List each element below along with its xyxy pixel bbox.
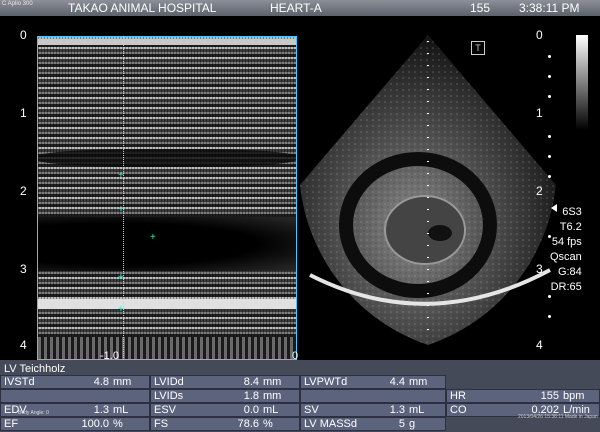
right-depth-label-1: 1 bbox=[536, 106, 543, 120]
papillary-shadow bbox=[428, 225, 452, 241]
depth-dot bbox=[548, 175, 551, 178]
trace-near-field bbox=[38, 39, 296, 45]
grey-scale-bar bbox=[576, 35, 588, 130]
gain-label: G:84 bbox=[557, 266, 582, 278]
footer-note: 2013/04/26 15:38:11 Made in Japan bbox=[518, 414, 598, 420]
measure-cell-ivstd[interactable]: IVSTd 4.8 mm bbox=[0, 375, 150, 389]
frequency-label: T6.2 bbox=[559, 221, 582, 233]
depth-dot bbox=[548, 75, 551, 78]
measure-cell-lvidd[interactable]: LVIDd 8.4 mm bbox=[150, 375, 300, 389]
transducer-orientation-icon: T bbox=[471, 41, 485, 55]
right-depth-label-2: 2 bbox=[536, 184, 543, 198]
patient-id: HEART-A bbox=[270, 1, 322, 15]
right-depth-label-3: 3 bbox=[536, 262, 543, 276]
measure-cell-ef[interactable]: EF 100.0 % bbox=[0, 417, 150, 431]
measure-cell-esv[interactable]: ESV 0.0 mL bbox=[150, 403, 300, 417]
measure-cell-hr[interactable]: HR 155 bpm bbox=[446, 389, 600, 403]
scanner-model: C Aplio 300 bbox=[2, 1, 33, 7]
measure-cell-empty bbox=[300, 389, 446, 403]
depth-dot bbox=[548, 155, 551, 158]
measurement-title: LV Teichholz bbox=[4, 363, 66, 375]
trace-lv-cavity bbox=[38, 217, 296, 271]
left-depth-label-0: 0 bbox=[20, 28, 27, 42]
measure-cell-empty bbox=[0, 389, 150, 403]
b-mode-sector-image[interactable] bbox=[300, 35, 570, 365]
sector-speckle bbox=[300, 35, 556, 345]
measure-cell-lvids[interactable]: LVIDs 1.8 mm bbox=[150, 389, 300, 403]
depth-dot bbox=[548, 135, 551, 138]
left-depth-label-1: 1 bbox=[20, 106, 27, 120]
depth-dot bbox=[548, 295, 551, 298]
frame-count: 155 bbox=[470, 1, 491, 15]
body-angle-note: Body Angle: 0 bbox=[18, 410, 49, 416]
right-depth-label-4: 4 bbox=[536, 338, 543, 352]
measure-cell-lvpwtd[interactable]: LVPWTd 4.4 mm bbox=[300, 375, 446, 389]
acquisition-parameters: 6S3 T6.2 54 fps Qscan G:84 DR:65 bbox=[550, 205, 582, 295]
trace-far-field bbox=[38, 337, 296, 359]
time-cursor-line[interactable] bbox=[123, 36, 124, 360]
measure-cell-fs[interactable]: FS 78.6 % bbox=[150, 417, 300, 431]
hospital-name: TAKAO ANIMAL HOSPITAL bbox=[68, 1, 217, 15]
probe-label: 6S3 bbox=[562, 206, 582, 218]
depth-dot bbox=[548, 95, 551, 98]
measure-cell-sv[interactable]: SV 1.3 mL bbox=[300, 403, 446, 417]
caliper-marker[interactable]: + bbox=[150, 233, 156, 243]
depth-dot bbox=[548, 315, 551, 318]
left-depth-label-2: 2 bbox=[20, 184, 27, 198]
frame-rate-label: 54 fps bbox=[551, 236, 582, 248]
trace-pericardium bbox=[38, 299, 296, 309]
left-depth-label-3: 3 bbox=[20, 262, 27, 276]
top-status-bar: C Aplio 300 TAKAO ANIMAL HOSPITAL HEART-… bbox=[0, 0, 600, 16]
right-depth-label-0: 0 bbox=[536, 28, 543, 42]
clock-time: 3:38:11 PM bbox=[519, 1, 580, 15]
m-mode-trace[interactable]: + + + + + bbox=[37, 36, 297, 360]
depth-dot bbox=[548, 55, 551, 58]
left-depth-label-4: 4 bbox=[20, 338, 27, 352]
dynamic-range-label: DR:65 bbox=[550, 281, 582, 293]
qscan-label: Qscan bbox=[550, 251, 582, 263]
lv-cavity bbox=[384, 195, 466, 265]
trace-rv-cavity bbox=[38, 149, 296, 167]
measure-cell-lv-mass[interactable]: LV MASSd 5 g bbox=[300, 417, 446, 431]
